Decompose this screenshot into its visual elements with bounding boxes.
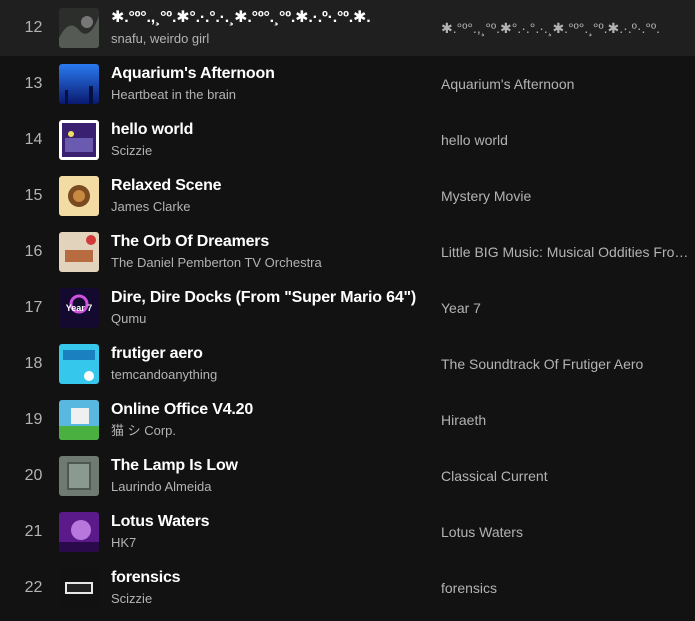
- track-meta: Relaxed Scene James Clarke: [111, 176, 429, 216]
- track-title[interactable]: Relaxed Scene: [111, 176, 429, 196]
- track-artist[interactable]: The Daniel Pemberton TV Orchestra: [111, 254, 429, 272]
- track-artist[interactable]: 猫 シ Corp.: [111, 422, 429, 440]
- track-meta: ✱.°º°.,¸°º.✱°.·.°.·.¸✱.°º°.¸°º.✱.·.º·.°º…: [111, 8, 429, 48]
- track-row[interactable]: 15 Relaxed Scene James Clarke Mystery Movie: [0, 168, 695, 224]
- track-row[interactable]: 21 Lotus Waters HK7 Lotus Waters: [0, 504, 695, 560]
- album-cover[interactable]: [59, 176, 99, 216]
- track-album[interactable]: Little BIG Music: Musical Oddities From.…: [441, 244, 689, 260]
- track-title[interactable]: The Lamp Is Low: [111, 456, 429, 476]
- track-meta: forensics Scizzie: [111, 568, 429, 608]
- track-album[interactable]: The Soundtrack Of Frutiger Aero: [441, 356, 689, 372]
- track-album[interactable]: Aquarium's Afternoon: [441, 76, 689, 92]
- track-meta: The Orb Of Dreamers The Daniel Pemberton …: [111, 232, 429, 272]
- track-album[interactable]: Mystery Movie: [441, 188, 689, 204]
- track-title[interactable]: frutiger aero: [111, 344, 429, 364]
- track-artist[interactable]: temcandoanything: [111, 366, 429, 384]
- cover-badge-text: Year 7: [65, 303, 93, 313]
- track-row[interactable]: 14 hello world Scizzie hello world: [0, 112, 695, 168]
- track-title[interactable]: hello world: [111, 120, 429, 140]
- track-album[interactable]: hello world: [441, 132, 689, 148]
- track-meta: Dire, Dire Docks (From "Super Mario 64")…: [111, 288, 429, 328]
- track-meta: Lotus Waters HK7: [111, 512, 429, 552]
- track-number: 21: [24, 523, 43, 540]
- track-artist[interactable]: Scizzie: [111, 590, 429, 608]
- track-meta: frutiger aero temcandoanything: [111, 344, 429, 384]
- track-title[interactable]: Lotus Waters: [111, 512, 429, 532]
- track-title[interactable]: Dire, Dire Docks (From "Super Mario 64"): [111, 288, 429, 308]
- album-cover[interactable]: [59, 64, 99, 104]
- album-cover[interactable]: Year 7: [59, 288, 99, 328]
- track-number: 22: [24, 579, 43, 596]
- track-number: 17: [24, 299, 43, 316]
- track-title[interactable]: forensics: [111, 568, 429, 588]
- track-title[interactable]: The Orb Of Dreamers: [111, 232, 429, 252]
- track-artist[interactable]: Heartbeat in the brain: [111, 86, 429, 104]
- track-row[interactable]: 18 frutiger aero temcandoanything The Sound…: [0, 336, 695, 392]
- track-title[interactable]: Online Office V4.20: [111, 400, 429, 420]
- track-artist[interactable]: Laurindo Almeida: [111, 478, 429, 496]
- tracklist: 12 ✱.°º°.,¸°º.✱°.·.°.·.¸✱.°º°.¸°º.✱.·.º·.…: [0, 0, 695, 621]
- track-number: 14: [24, 131, 43, 148]
- album-cover[interactable]: [59, 120, 99, 160]
- track-album[interactable]: ✱.°º°.,¸°º.✱°.·.°.·.¸✱.°º°.¸°º.✱.·.º·.°º…: [441, 20, 689, 37]
- album-cover[interactable]: [59, 512, 99, 552]
- track-album[interactable]: Hiraeth: [441, 412, 689, 428]
- track-row[interactable]: 13 Aquarium's Afternoon Heartbeat in the b…: [0, 56, 695, 112]
- album-cover[interactable]: [59, 456, 99, 496]
- track-meta: hello world Scizzie: [111, 120, 429, 160]
- track-number: 20: [24, 467, 43, 484]
- track-meta: Aquarium's Afternoon Heartbeat in the bra…: [111, 64, 429, 104]
- track-album[interactable]: Lotus Waters: [441, 524, 689, 540]
- album-cover[interactable]: [59, 232, 99, 272]
- track-album[interactable]: forensics: [441, 580, 689, 596]
- track-artist[interactable]: Qumu: [111, 310, 429, 328]
- track-artist[interactable]: James Clarke: [111, 198, 429, 216]
- track-album[interactable]: Year 7: [441, 300, 689, 316]
- track-album[interactable]: Classical Current: [441, 468, 689, 484]
- track-artist[interactable]: HK7: [111, 534, 429, 552]
- track-row[interactable]: 22 forensics Scizzie forensics: [0, 560, 695, 616]
- track-meta: Online Office V4.20 猫 シ Corp.: [111, 400, 429, 440]
- track-number: 15: [24, 187, 43, 204]
- track-row[interactable]: 19 Online Office V4.20 猫 シ Corp. Hiraeth: [0, 392, 695, 448]
- track-title[interactable]: Aquarium's Afternoon: [111, 64, 429, 84]
- track-number: 13: [24, 75, 43, 92]
- album-cover[interactable]: [59, 400, 99, 440]
- track-number: 16: [24, 243, 43, 260]
- track-row[interactable]: 20 The Lamp Is Low Laurindo Almeida Classic…: [0, 448, 695, 504]
- track-meta: The Lamp Is Low Laurindo Almeida: [111, 456, 429, 496]
- track-number: 19: [24, 411, 43, 428]
- track-artist[interactable]: snafu, weirdo girl: [111, 30, 429, 48]
- track-row[interactable]: 17 Year 7 Dire, Dire Docks (From "Super Ma…: [0, 280, 695, 336]
- track-artist[interactable]: Scizzie: [111, 142, 429, 160]
- track-number: 18: [24, 355, 43, 372]
- track-row[interactable]: 12 ✱.°º°.,¸°º.✱°.·.°.·.¸✱.°º°.¸°º.✱.·.º·.…: [0, 0, 695, 56]
- album-cover[interactable]: [59, 568, 99, 608]
- track-number: 12: [24, 19, 43, 36]
- track-row[interactable]: 16 The Orb Of Dreamers The Daniel Pemberto…: [0, 224, 695, 280]
- track-title[interactable]: ✱.°º°.,¸°º.✱°.·.°.·.¸✱.°º°.¸°º.✱.·.º·.°º…: [111, 8, 429, 28]
- album-cover[interactable]: [59, 8, 99, 48]
- album-cover[interactable]: [59, 344, 99, 384]
